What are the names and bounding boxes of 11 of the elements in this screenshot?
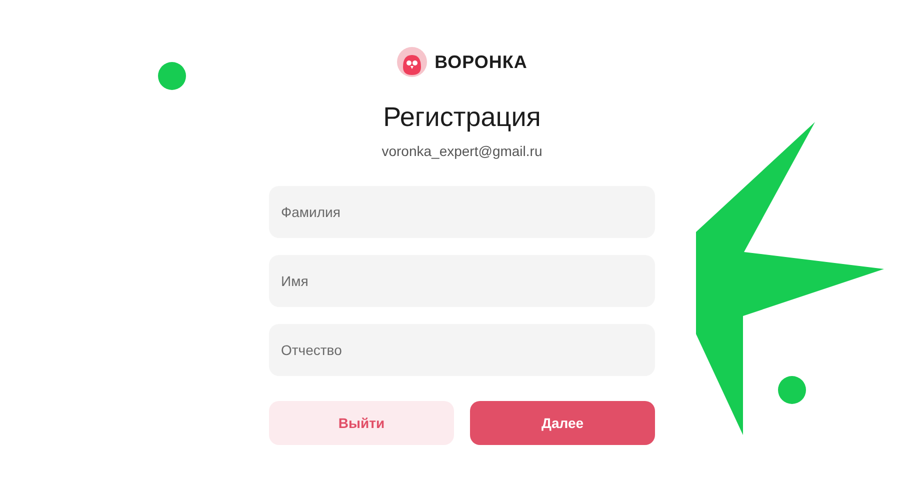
dot [158,62,186,90]
input-field[interactable]: Фамилия [269,186,655,238]
input-field[interactable]: Имя [269,255,655,308]
input-field[interactable]: Отчество [269,324,655,376]
exit-button[interactable]: Выйти [269,401,454,446]
email-text: voronka_expert@gmail.ru [382,142,542,162]
dot [778,376,806,404]
logo-text: ВОРОНКА [434,50,528,74]
page-title: Регистрация [383,101,541,134]
next-button[interactable]: Далее [470,401,655,446]
bird-logo-icon [396,47,427,77]
